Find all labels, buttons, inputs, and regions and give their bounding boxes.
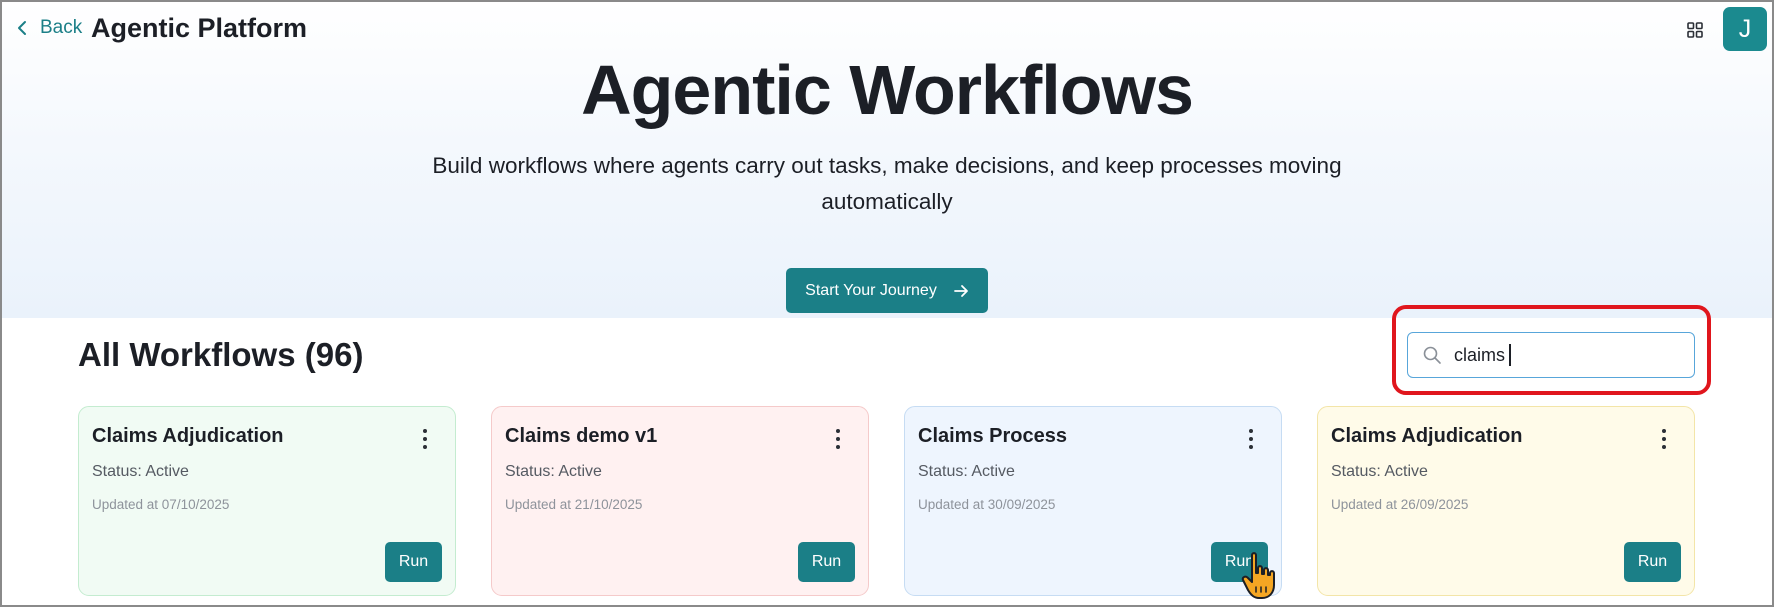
workflow-card-updated: Updated at 21/10/2025 (505, 497, 643, 512)
workflow-card-status: Status: Active (505, 463, 602, 480)
kebab-menu-icon (1249, 445, 1253, 449)
search-icon (1423, 346, 1441, 364)
workflow-card-updated: Updated at 26/09/2025 (1331, 497, 1469, 512)
kebab-menu-icon (1662, 445, 1666, 449)
search-input[interactable]: claims (1454, 345, 1505, 366)
workflow-card[interactable]: Claims Process Status: Active Updated at… (904, 406, 1282, 596)
kebab-menu-icon (1249, 429, 1253, 433)
grid-icon (1687, 22, 1703, 38)
workflow-card-status: Status: Active (92, 463, 189, 480)
kebab-menu-icon (423, 445, 427, 449)
hero-subtitle: Build workflows where agents carry out t… (432, 153, 1342, 214)
user-avatar[interactable]: J (1723, 7, 1767, 51)
workflow-card-updated: Updated at 30/09/2025 (918, 497, 1056, 512)
workflow-card[interactable]: Claims Adjudication Status: Active Updat… (1317, 406, 1695, 596)
kebab-menu-icon (1249, 437, 1253, 441)
kebab-menu-icon (1662, 429, 1666, 433)
workflow-card-title: Claims Adjudication (1331, 425, 1523, 447)
back-button[interactable]: Back (14, 17, 82, 39)
kebab-menu-icon (423, 437, 427, 441)
run-button[interactable]: Run (1211, 542, 1268, 582)
kebab-menu-icon (1662, 437, 1666, 441)
card-menu-button[interactable] (415, 427, 435, 451)
workflow-card-title: Claims Process (918, 425, 1067, 447)
run-button[interactable]: Run (385, 542, 442, 582)
workflow-card-status: Status: Active (1331, 463, 1428, 480)
chevron-left-icon (18, 21, 26, 35)
kebab-menu-icon (836, 429, 840, 433)
start-journey-button[interactable]: Start Your Journey (786, 268, 988, 313)
text-caret (1509, 344, 1512, 366)
card-menu-button[interactable] (828, 427, 848, 451)
apps-grid-button[interactable] (1685, 20, 1705, 40)
workflow-card-status: Status: Active (918, 463, 1015, 480)
card-menu-button[interactable] (1241, 427, 1261, 451)
app-title: Agentic Platform (91, 13, 308, 43)
workflow-card-title: Claims Adjudication (92, 425, 284, 447)
workflows-section-title: All Workflows (96) (78, 336, 364, 373)
kebab-menu-icon (836, 437, 840, 441)
card-menu-button[interactable] (1654, 427, 1674, 451)
start-journey-label: Start Your Journey (805, 281, 937, 299)
kebab-menu-icon (836, 445, 840, 449)
run-button[interactable]: Run (1624, 542, 1681, 582)
workflow-card[interactable]: Claims Adjudication Status: Active Updat… (78, 406, 456, 596)
arrow-right-icon (953, 284, 968, 297)
search-field[interactable]: claims (1407, 332, 1695, 378)
workflow-card[interactable]: Claims demo v1 Status: Active Updated at… (491, 406, 869, 596)
kebab-menu-icon (423, 429, 427, 433)
workflow-card-updated: Updated at 07/10/2025 (92, 497, 230, 512)
back-label: Back (40, 17, 83, 38)
run-button[interactable]: Run (798, 542, 855, 582)
hero-title: Agentic Workflows (581, 51, 1194, 129)
workflow-card-title: Claims demo v1 (505, 425, 658, 447)
